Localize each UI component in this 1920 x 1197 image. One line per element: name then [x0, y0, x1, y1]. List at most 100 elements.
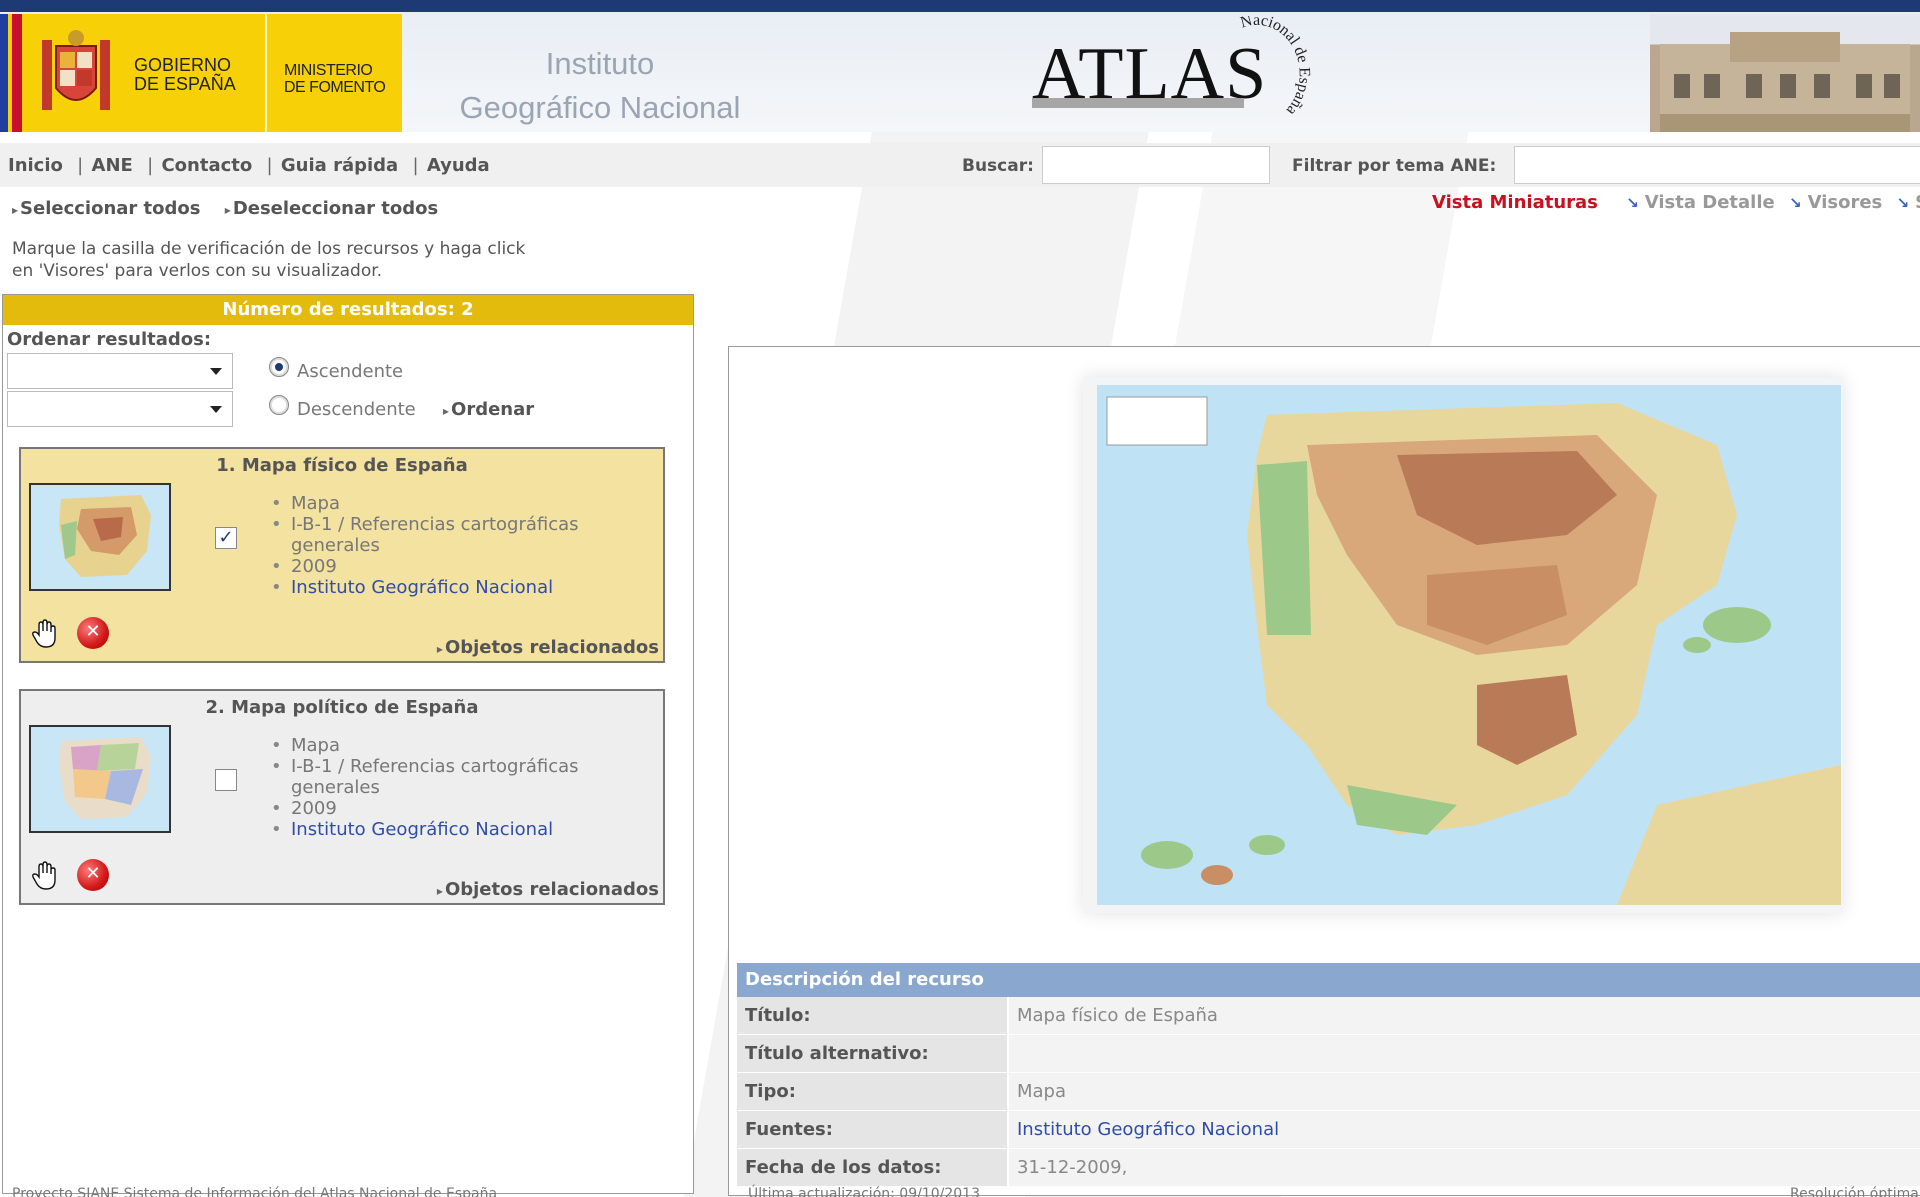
site-header: GOBIERNO DE ESPAÑA MINISTERIO DE FOMENTO… — [0, 0, 1920, 132]
select-checkbox[interactable] — [215, 769, 237, 791]
order-field-select[interactable] — [7, 353, 233, 389]
result-title[interactable]: 1. Mapa físico de España — [21, 455, 663, 476]
svg-text:Nacional de España: Nacional de España — [1239, 16, 1313, 119]
description-key: Fecha de los datos: — [737, 1149, 1007, 1186]
result-details: Mapa I-B-1 / Referencias cartográficas g… — [271, 493, 671, 598]
result-card[interactable]: 2. Mapa político de España Mapa I-B-1 / … — [19, 689, 665, 905]
description-value: 31-12-2009, — [1009, 1149, 1920, 1186]
map-thumbnail[interactable] — [29, 725, 171, 833]
detail-type: Mapa — [271, 493, 671, 514]
nav-separator: | — [77, 155, 84, 176]
nav-separator: | — [412, 155, 419, 176]
arrow-down-icon: ↘ — [1789, 194, 1802, 212]
description-header: Descripción del recurso — [737, 963, 1920, 997]
gov-line-1: GOBIERNO — [134, 55, 232, 75]
ascending-radio[interactable] — [269, 357, 289, 377]
triangle-icon: ▸ — [12, 203, 19, 217]
government-logo-block[interactable]: GOBIERNO DE ESPAÑA MINISTERIO DE FOMENTO — [0, 14, 402, 132]
instructions-line-1: Marque la casilla de verificación de los… — [12, 239, 526, 259]
triangle-icon: ▸ — [443, 404, 450, 418]
atlas-arc-text: Nacional de España — [1239, 16, 1313, 119]
description-row: Fecha de los datos: 31-12-2009, — [737, 1149, 1920, 1187]
order-label: Ordenar resultados: — [7, 329, 212, 350]
results-panel: Número de resultados: 2 Ordenar resultad… — [2, 294, 694, 1194]
instructions-line-2: en 'Visores' para verlos con su visualiz… — [12, 261, 383, 281]
select-checkbox[interactable]: ✓ — [215, 527, 237, 549]
delete-icon[interactable] — [77, 859, 109, 891]
description-key: Título: — [737, 997, 1007, 1034]
order-secondary-select[interactable] — [7, 391, 233, 427]
tab-visores[interactable]: Visores — [1808, 192, 1883, 213]
physical-map-of-spain-image — [1097, 385, 1841, 905]
flag-strip — [0, 14, 22, 132]
tab-s[interactable]: S — [1915, 192, 1920, 213]
result-card[interactable]: 1. Mapa físico de España ✓ Mapa I-B-1 / … — [19, 447, 665, 663]
description-value: Mapa — [1009, 1073, 1920, 1110]
ministry-line-2: DE FOMENTO — [284, 79, 386, 96]
delete-icon[interactable] — [77, 617, 109, 649]
footer-project: Proyecto SIANE Sistema de Información de… — [12, 1186, 498, 1197]
government-name: GOBIERNO DE ESPAÑA — [134, 56, 264, 94]
ign-line-2: Geográfico Nacional — [459, 90, 741, 125]
ministry-name: MINISTERIO DE FOMENTO — [284, 62, 404, 96]
nav-contacto[interactable]: Contacto — [161, 155, 252, 176]
description-row: Tipo: Mapa — [737, 1073, 1920, 1111]
search-input[interactable] — [1042, 146, 1270, 184]
map-preview[interactable] — [1083, 377, 1843, 913]
footer: Proyecto SIANE Sistema de Información de… — [0, 1186, 1920, 1197]
hand-pointer-icon[interactable] — [29, 861, 59, 891]
triangle-icon: ▸ — [436, 884, 443, 898]
divider — [265, 14, 267, 132]
arrow-down-icon: ↘ — [1626, 194, 1639, 212]
related-objects-link[interactable]: ▸ Objetos relacionados — [437, 879, 659, 900]
triangle-icon: ▸ — [224, 203, 231, 217]
ign-line-1: Instituto — [545, 46, 655, 81]
gov-line-2: DE ESPAÑA — [134, 74, 236, 94]
description-row: Fuentes: Instituto Geográfico Nacional — [737, 1111, 1920, 1149]
nav-guia-rapida[interactable]: Guia rápida — [281, 155, 398, 176]
tab-vista-detalle[interactable]: Vista Detalle — [1645, 192, 1775, 213]
coat-of-arms-icon — [42, 30, 110, 110]
footer-last-update: Última actualización: 09/10/2013 — [748, 1186, 980, 1197]
atlas-arc-label: Nacional de España — [1239, 16, 1313, 119]
related-objects-label: Objetos relacionados — [444, 637, 659, 658]
map-thumbnail[interactable] — [29, 483, 171, 591]
ign-logo-text[interactable]: Instituto Geográfico Nacional — [440, 42, 760, 130]
order-button[interactable]: ▸ Ordenar — [443, 399, 534, 420]
nav-ane[interactable]: ANE — [92, 155, 133, 176]
detail-category: I-B-1 / Referencias cartográficas genera… — [271, 756, 671, 798]
ministry-line-1: MINISTERIO — [284, 62, 373, 79]
physical-map-thumbnail-icon — [31, 485, 169, 589]
resource-description: Descripción del recurso Título: Mapa fís… — [737, 963, 1920, 1187]
chevron-down-icon — [210, 406, 222, 413]
deselect-all-link[interactable]: Deseleccionar todos — [233, 198, 438, 219]
filter-input[interactable] — [1514, 146, 1920, 184]
select-all-link[interactable]: Seleccionar todos — [20, 198, 200, 219]
detail-source-link[interactable]: Instituto Geográfico Nacional — [271, 819, 671, 840]
result-title[interactable]: 2. Mapa político de España — [21, 697, 663, 718]
nav-ayuda[interactable]: Ayuda — [427, 155, 490, 176]
hand-pointer-icon[interactable] — [29, 619, 59, 649]
related-objects-link[interactable]: ▸ Objetos relacionados — [437, 637, 659, 658]
descending-label: Descendente — [297, 399, 416, 420]
search-label: Buscar: — [962, 156, 1034, 176]
description-key: Tipo: — [737, 1073, 1007, 1110]
instructions: Marque la casilla de verificación de los… — [12, 238, 612, 282]
nav-inicio[interactable]: Inicio — [8, 155, 63, 176]
description-value — [1009, 1035, 1920, 1072]
political-map-thumbnail-icon — [31, 727, 169, 831]
preview-panel: Descripción del recurso Título: Mapa fís… — [728, 346, 1920, 1196]
triangle-icon: ▸ — [436, 642, 443, 656]
descending-radio[interactable] — [269, 395, 289, 415]
nav-bar: Inicio | ANE | Contacto | Guia rápida | … — [0, 143, 1920, 187]
nav-separator: | — [266, 155, 273, 176]
results-count: Número de resultados: 2 — [3, 295, 693, 325]
selection-links: ▸ Seleccionar todos ▸ Deseleccionar todos — [12, 198, 438, 219]
atlas-underline — [1032, 98, 1244, 108]
description-source-link[interactable]: Instituto Geográfico Nacional — [1009, 1111, 1920, 1148]
nav-separator: | — [147, 155, 154, 176]
tab-vista-miniaturas[interactable]: Vista Miniaturas — [1432, 192, 1598, 213]
detail-source-link[interactable]: Instituto Geográfico Nacional — [271, 577, 671, 598]
result-details: Mapa I-B-1 / Referencias cartográficas g… — [271, 735, 671, 840]
filter-label: Filtrar por tema ANE: — [1292, 156, 1497, 176]
